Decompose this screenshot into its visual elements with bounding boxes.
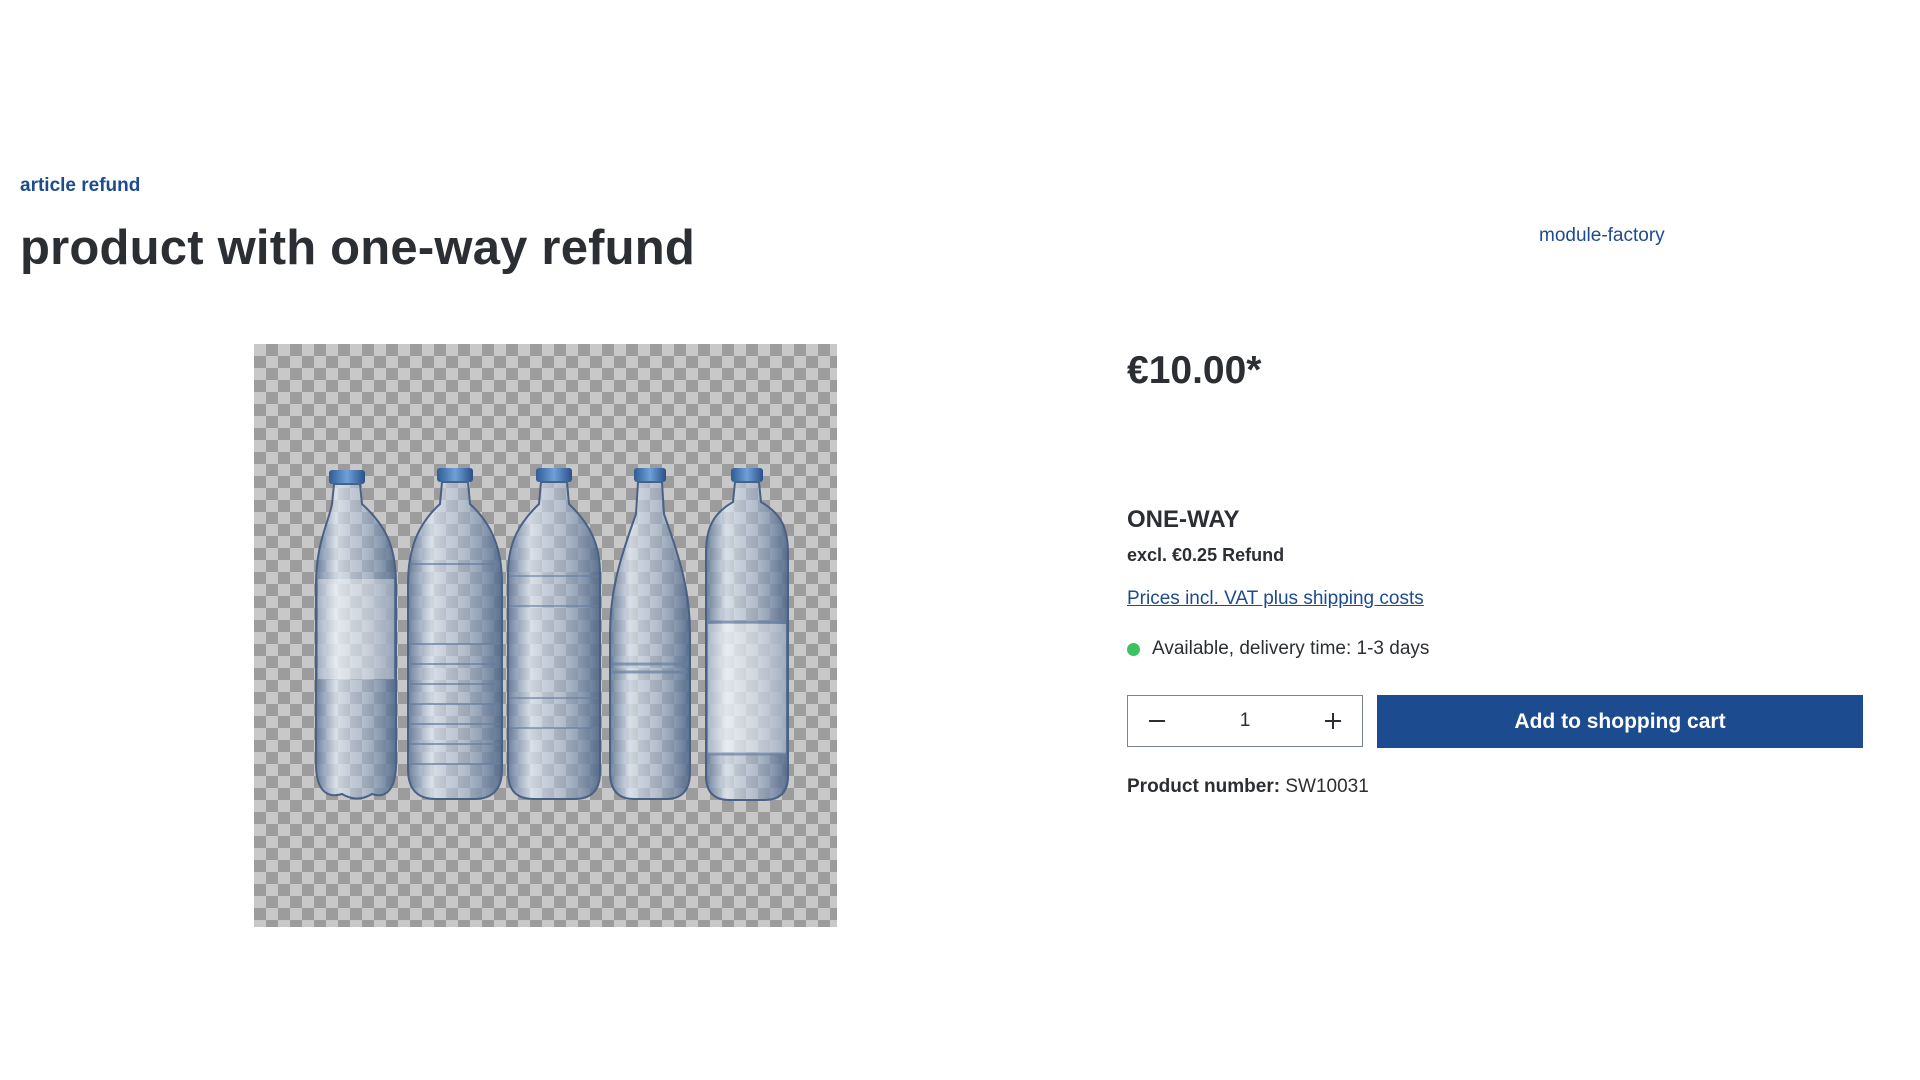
quantity-stepper (1127, 695, 1363, 747)
availability-text: Available, delivery time: 1-3 days (1152, 638, 1430, 659)
refund-note: excl. €0.25 Refund (1127, 545, 1285, 565)
add-to-cart-button[interactable]: Add to shopping cart (1377, 695, 1863, 748)
quantity-decrease-button[interactable] (1128, 696, 1186, 746)
manufacturer-link[interactable]: module-factory (1539, 224, 1665, 248)
tax-shipping-link[interactable]: Prices incl. VAT plus shipping costs (1127, 587, 1424, 611)
plus-icon (1325, 713, 1341, 729)
product-price: €10.00* (1127, 349, 1262, 392)
product-number-label: Product number: (1127, 776, 1281, 797)
product-detail-page: article refund product with one-way refu… (0, 0, 1920, 1080)
product-number: Product number: SW10031 (1127, 775, 1369, 799)
quantity-input[interactable] (1188, 709, 1302, 733)
refund-type-label: ONE-WAY (1127, 506, 1240, 533)
status-dot-icon (1127, 642, 1140, 656)
availability-status: Available, delivery time: 1-3 days (1127, 637, 1429, 661)
product-number-value: SW10031 (1285, 776, 1369, 797)
quantity-increase-button[interactable] (1304, 696, 1362, 746)
product-image[interactable] (254, 344, 837, 927)
breadcrumb-category-link[interactable]: article refund (20, 174, 140, 198)
minus-icon (1149, 720, 1165, 722)
water-bottles-icon (315, 468, 789, 801)
product-title: product with one-way refund (20, 221, 696, 275)
